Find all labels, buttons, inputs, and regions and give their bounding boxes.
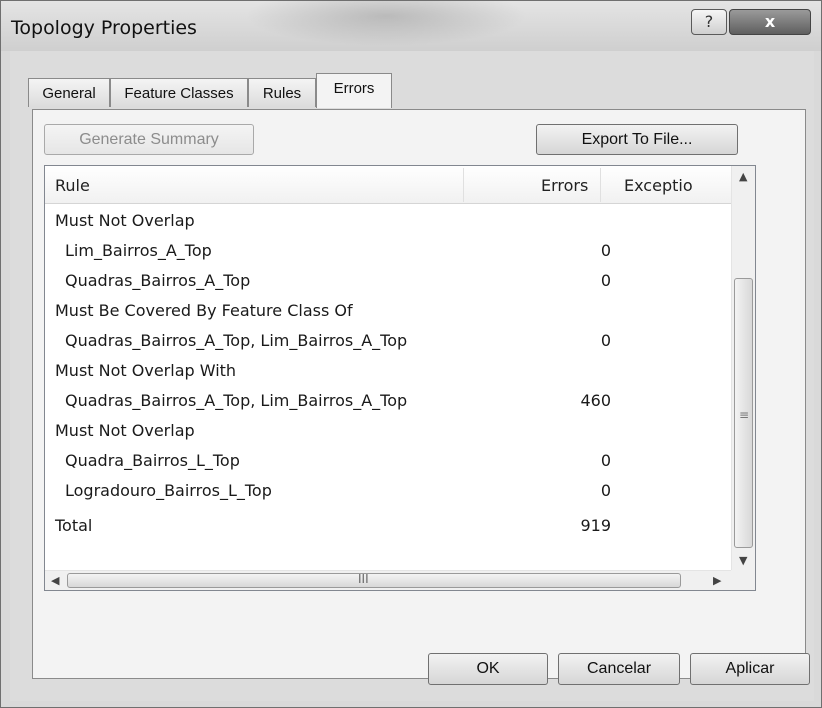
tab-errors[interactable]: Errors (316, 73, 392, 108)
window-title: Topology Properties (11, 17, 197, 39)
total-row[interactable]: Total 919 (45, 511, 731, 541)
horizontal-scroll-thumb[interactable]: III (67, 572, 681, 588)
list-item[interactable]: Must Not Overlap (45, 206, 731, 236)
generate-summary-button[interactable]: Generate Summary (44, 124, 254, 155)
title-bar-decoration (221, 1, 551, 51)
feature-class-label: Quadras_Bairros_A_Top, Lim_Bairros_A_Top (65, 331, 408, 350)
feature-class-label: Quadras_Bairros_A_Top, Lim_Bairros_A_Top (65, 391, 408, 410)
error-count: 0 (600, 481, 611, 500)
cancel-button[interactable]: Cancelar (558, 653, 680, 685)
list-item[interactable]: Must Not Overlap (45, 416, 731, 446)
vertical-scrollbar[interactable]: ▲ ≡ ▼ (731, 166, 755, 570)
list-item[interactable]: Lim_Bairros_A_Top 0 (45, 236, 731, 266)
tab-rules[interactable]: Rules (248, 78, 316, 107)
topology-properties-dialog: Topology Properties ? x General Feature … (0, 0, 822, 708)
dialog-client-area: General Feature Classes Rules Errors Gen… (10, 51, 814, 701)
horizontal-scrollbar[interactable]: ◀ III ▶ (45, 570, 731, 590)
scroll-up-arrow-icon[interactable]: ▲ (739, 170, 747, 183)
total-errors: 919 (580, 516, 611, 535)
list-item[interactable]: Quadras_Bairros_A_Top, Lim_Bairros_A_Top… (45, 326, 731, 356)
list-item[interactable]: Quadra_Bairros_L_Top 0 (45, 446, 731, 476)
rule-label: Must Not Overlap (55, 421, 195, 440)
help-button[interactable]: ? (691, 9, 727, 35)
column-divider (463, 168, 464, 202)
tab-feature-classes[interactable]: Feature Classes (110, 78, 248, 107)
rule-label: Must Not Overlap With (55, 361, 237, 380)
error-count: 0 (600, 271, 611, 290)
title-bar[interactable]: Topology Properties ? x (1, 1, 821, 51)
apply-button[interactable]: Aplicar (690, 653, 810, 685)
grip-icon: III (358, 572, 369, 586)
rule-label: Must Not Overlap (55, 211, 195, 230)
ok-button[interactable]: OK (428, 653, 548, 685)
list-item[interactable]: Logradouro_Bairros_L_Top 0 (45, 476, 731, 506)
scrollbar-corner (731, 570, 755, 590)
scroll-left-arrow-icon[interactable]: ◀ (51, 574, 59, 587)
feature-class-label: Lim_Bairros_A_Top (65, 241, 212, 260)
list-header: Rule Errors Exceptio (45, 166, 731, 204)
list-item[interactable]: Must Be Covered By Feature Class Of (45, 296, 731, 326)
tab-general[interactable]: General (28, 78, 110, 107)
error-summary-list[interactable]: Rule Errors Exceptio Must Not Overlap Lim… (44, 165, 756, 591)
error-count: 0 (600, 241, 611, 260)
rule-label: Must Be Covered By Feature Class Of (55, 301, 353, 320)
feature-class-label: Logradouro_Bairros_L_Top (65, 481, 272, 500)
column-header-exceptions[interactable]: Exceptio (624, 166, 728, 203)
list-item[interactable]: Quadras_Bairros_A_Top, Lim_Bairros_A_Top… (45, 386, 731, 416)
column-divider (600, 168, 601, 202)
column-header-errors[interactable]: Errors (541, 166, 601, 203)
scroll-right-arrow-icon[interactable]: ▶ (713, 574, 721, 587)
total-label: Total (55, 516, 93, 535)
error-count: 0 (600, 331, 611, 350)
feature-class-label: Quadras_Bairros_A_Top (65, 271, 251, 290)
export-to-file-button[interactable]: Export To File... (536, 124, 738, 155)
scroll-down-arrow-icon[interactable]: ▼ (739, 554, 747, 567)
column-header-rule[interactable]: Rule (55, 166, 455, 203)
error-count: 0 (600, 451, 611, 470)
close-button[interactable]: x (729, 9, 811, 35)
error-count: 460 (580, 391, 611, 410)
feature-class-label: Quadra_Bairros_L_Top (65, 451, 240, 470)
grip-icon: ≡ (739, 408, 750, 422)
list-item[interactable]: Must Not Overlap With (45, 356, 731, 386)
list-item[interactable]: Quadras_Bairros_A_Top 0 (45, 266, 731, 296)
